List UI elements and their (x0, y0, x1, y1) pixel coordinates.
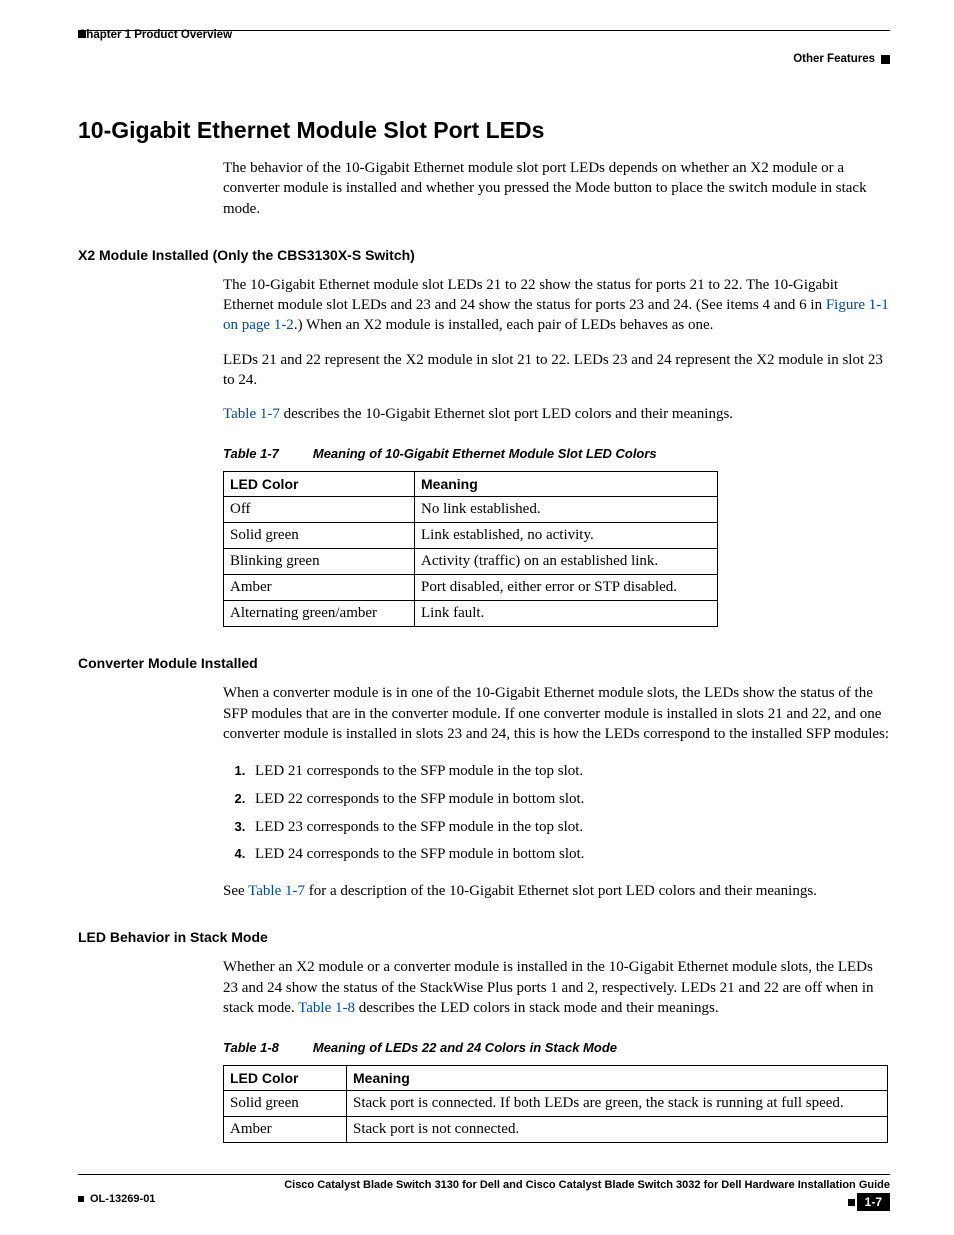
table-row: Blinking greenActivity (traffic) on an e… (224, 549, 718, 575)
x2-paragraph-1: The 10-Gigabit Ethernet module slot LEDs… (223, 275, 890, 336)
sfp-led-list: LED 21 corresponds to the SFP module in … (223, 758, 890, 869)
cell: Link fault. (415, 601, 718, 627)
heading-x2: X2 Module Installed (Only the CBS3130X-S… (78, 247, 890, 263)
footer-guide-title: Cisco Catalyst Blade Switch 3130 for Del… (78, 1174, 890, 1191)
table-link[interactable]: Table 1-7 (223, 406, 280, 422)
footer-doc-number: OL-13269-01 (78, 1193, 155, 1205)
page-tick-icon (848, 1199, 855, 1206)
th-meaning: Meaning (415, 472, 718, 497)
footer-square-icon (78, 1196, 84, 1202)
cell: Amber (224, 575, 415, 601)
cell: Alternating green/amber (224, 601, 415, 627)
text: describes the LED colors in stack mode a… (355, 1000, 719, 1016)
list-item: LED 24 corresponds to the SFP module in … (249, 841, 890, 869)
page-number-box: 1-7 (848, 1193, 890, 1211)
caption-number: Table 1-8 (223, 1040, 279, 1055)
heading-main: 10-Gigabit Ethernet Module Slot Port LED… (78, 117, 890, 144)
table-row: AmberPort disabled, either error or STP … (224, 575, 718, 601)
text: The 10-Gigabit Ethernet module slot LEDs… (223, 277, 838, 313)
doc-number-text: OL-13269-01 (90, 1193, 155, 1205)
table-row: Solid greenLink established, no activity… (224, 523, 718, 549)
text: describes the 10-Gigabit Ethernet slot p… (280, 406, 733, 422)
header-square-icon (78, 30, 86, 38)
cell: Stack port is not connected. (347, 1117, 888, 1143)
caption-number: Table 1-7 (223, 446, 279, 461)
table-header-row: LED Color Meaning (224, 1066, 888, 1091)
section-square-icon (881, 55, 890, 64)
cell: Off (224, 497, 415, 523)
table-1-7: LED Color Meaning OffNo link established… (223, 471, 718, 627)
table-1-8: LED Color Meaning Solid greenStack port … (223, 1065, 888, 1143)
table-link[interactable]: Table 1-8 (298, 1000, 355, 1016)
table-row: Alternating green/amberLink fault. (224, 601, 718, 627)
th-led-color: LED Color (224, 472, 415, 497)
list-item: LED 23 corresponds to the SFP module in … (249, 814, 890, 842)
table-header-row: LED Color Meaning (224, 472, 718, 497)
heading-stack: LED Behavior in Stack Mode (78, 929, 890, 945)
list-item: LED 22 corresponds to the SFP module in … (249, 786, 890, 814)
stack-paragraph-1: Whether an X2 module or a converter modu… (223, 957, 890, 1018)
conv-paragraph-1: When a converter module is in one of the… (223, 683, 890, 744)
intro-paragraph: The behavior of the 10-Gigabit Ethernet … (223, 158, 890, 219)
cell: Stack port is connected. If both LEDs ar… (347, 1091, 888, 1117)
cell: Amber (224, 1117, 347, 1143)
th-meaning: Meaning (347, 1066, 888, 1091)
table-row: OffNo link established. (224, 497, 718, 523)
text: See (223, 883, 248, 899)
page-footer: Cisco Catalyst Blade Switch 3130 for Del… (78, 1174, 890, 1211)
caption-title: Meaning of LEDs 22 and 24 Colors in Stac… (313, 1040, 617, 1055)
th-led-color: LED Color (224, 1066, 347, 1091)
list-item: LED 21 corresponds to the SFP module in … (249, 758, 890, 786)
cell: Activity (traffic) on an established lin… (415, 549, 718, 575)
section-label: Other Features (793, 53, 875, 65)
cell: Link established, no activity. (415, 523, 718, 549)
chapter-label: Chapter 1 Product Overview (78, 29, 232, 41)
table-1-7-caption: Table 1-7 Meaning of 10-Gigabit Ethernet … (223, 446, 890, 461)
page-number: 1-7 (857, 1193, 890, 1211)
text: .) When an X2 module is installed, each … (294, 317, 714, 333)
x2-paragraph-2: LEDs 21 and 22 represent the X2 module i… (223, 350, 890, 391)
text: for a description of the 10-Gigabit Ethe… (305, 883, 817, 899)
header-rule: Chapter 1 Product Overview (78, 30, 890, 45)
heading-converter: Converter Module Installed (78, 655, 890, 671)
cell: Solid green (224, 1091, 347, 1117)
cell: No link established. (415, 497, 718, 523)
cell: Solid green (224, 523, 415, 549)
cell: Blinking green (224, 549, 415, 575)
table-row: Solid greenStack port is connected. If b… (224, 1091, 888, 1117)
table-1-8-caption: Table 1-8 Meaning of LEDs 22 and 24 Color… (223, 1040, 890, 1055)
conv-paragraph-2: See Table 1-7 for a description of the 1… (223, 881, 890, 901)
x2-paragraph-3: Table 1-7 describes the 10-Gigabit Ether… (223, 404, 890, 424)
table-link[interactable]: Table 1-7 (248, 883, 305, 899)
table-row: AmberStack port is not connected. (224, 1117, 888, 1143)
caption-title: Meaning of 10-Gigabit Ethernet Module Sl… (313, 446, 657, 461)
cell: Port disabled, either error or STP disab… (415, 575, 718, 601)
